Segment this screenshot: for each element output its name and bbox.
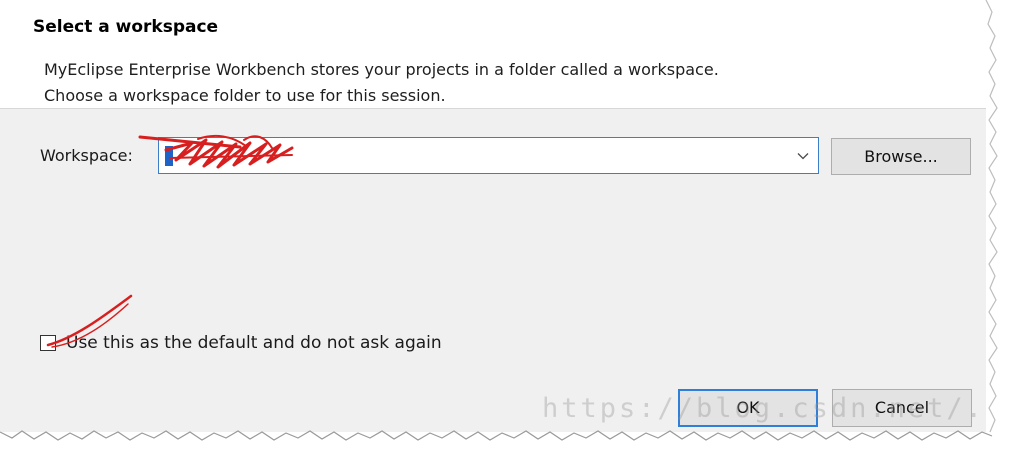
workspace-launcher-dialog: Select a workspace MyEclipse Enterprise … (0, 0, 986, 432)
chevron-down-icon[interactable] (796, 149, 810, 163)
default-checkbox-label[interactable]: Use this as the default and do not ask a… (66, 333, 442, 353)
cancel-button[interactable]: Cancel (832, 389, 972, 427)
screenshot-stage: Select a workspace MyEclipse Enterprise … (0, 0, 1023, 457)
workspace-label: Workspace: (40, 146, 133, 165)
ok-button[interactable]: OK (678, 389, 818, 427)
workspace-path-value[interactable] (165, 146, 173, 166)
dialog-description-line-1: MyEclipse Enterprise Workbench stores yo… (44, 60, 719, 79)
browse-button[interactable]: Browse... (831, 138, 971, 175)
workspace-combobox[interactable] (158, 137, 819, 174)
default-checkbox[interactable] (40, 335, 56, 351)
dialog-header: Select a workspace MyEclipse Enterprise … (0, 0, 986, 109)
dialog-description-line-2: Choose a workspace folder to use for thi… (44, 86, 446, 105)
dialog-title: Select a workspace (33, 17, 219, 37)
